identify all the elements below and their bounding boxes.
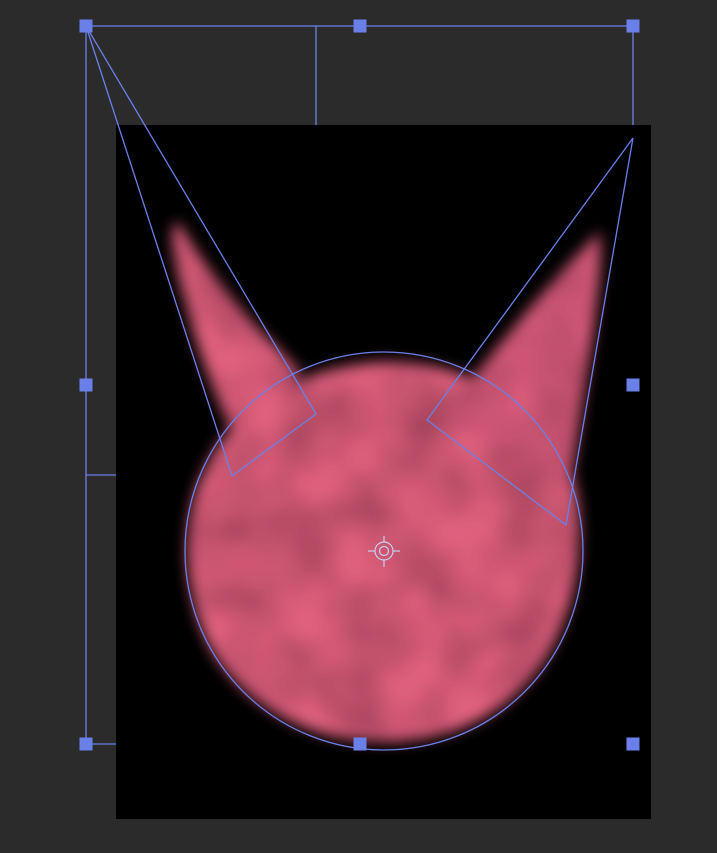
handle-top-center[interactable] (353, 19, 367, 33)
handle-bottom-right[interactable] (626, 737, 640, 751)
handle-bottom-left[interactable] (79, 737, 93, 751)
handle-middle-right[interactable] (626, 378, 640, 392)
handle-middle-left[interactable] (79, 378, 93, 392)
handle-top-left[interactable] (79, 19, 93, 33)
handle-top-right[interactable] (626, 19, 640, 33)
viewport[interactable] (0, 0, 717, 853)
overlay-svg (79, 19, 640, 751)
handle-bottom-center[interactable] (353, 737, 367, 751)
cat-head-shape (172, 222, 601, 742)
